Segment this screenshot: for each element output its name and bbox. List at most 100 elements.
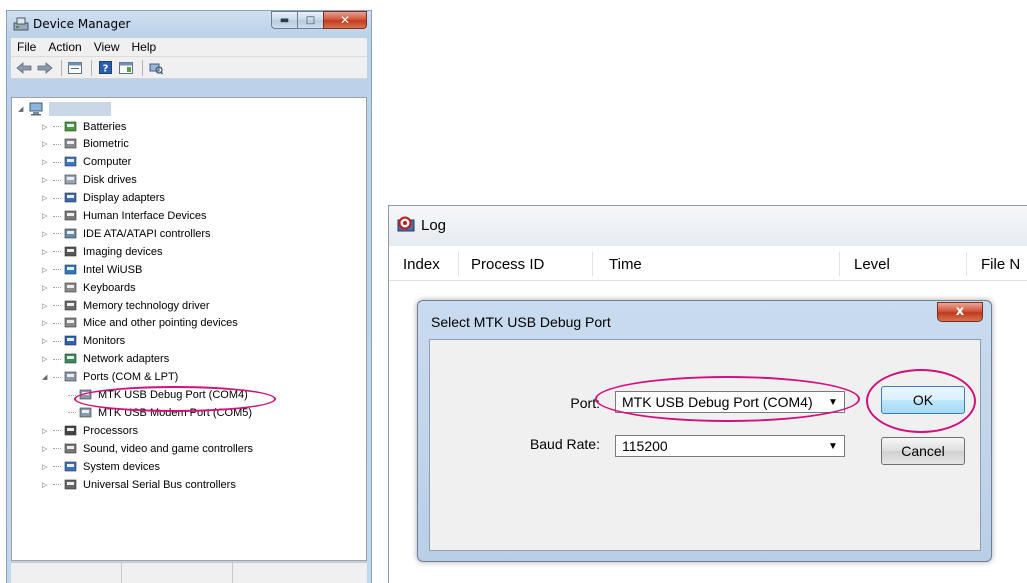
tree-item-label: Imaging devices: [83, 245, 163, 258]
tree-item-label: Disk drives: [83, 174, 137, 187]
column-divider[interactable]: [458, 252, 459, 276]
tree-item-label: System devices: [83, 460, 161, 473]
expand-arrow-icon[interactable]: ▷: [42, 481, 51, 489]
tree-category-item[interactable]: ▷ IDE ATA/ATAPI controllers: [42, 225, 211, 242]
close-button[interactable]: ✕: [323, 11, 367, 29]
expand-arrow-icon[interactable]: ▷: [42, 123, 51, 131]
help-button[interactable]: ?: [96, 60, 114, 76]
expand-arrow-icon[interactable]: ▷: [42, 176, 51, 184]
tree-category-item[interactable]: ▷ Processors: [42, 422, 138, 439]
expand-arrow-icon[interactable]: ▷: [42, 266, 51, 274]
column-file-name[interactable]: File N: [981, 256, 1020, 273]
tree-category-item[interactable]: ▷ Universal Serial Bus controllers: [42, 476, 236, 493]
expand-arrow-icon[interactable]: ▷: [42, 302, 51, 310]
tree-item-label: Keyboards: [83, 281, 136, 294]
expand-arrow-icon[interactable]: ▷: [42, 355, 51, 363]
tree-category-item[interactable]: ▷ Network adapters: [42, 351, 169, 368]
tree-category-item[interactable]: ▷ Biometric: [42, 136, 129, 153]
tree-item-label: Processors: [83, 424, 139, 437]
expand-arrow-icon[interactable]: ▷: [42, 230, 51, 238]
tree-category-item[interactable]: ▷ Disk drives: [42, 172, 137, 189]
column-divider[interactable]: [592, 252, 593, 276]
expand-arrow-icon[interactable]: ▷: [42, 284, 51, 292]
mouse-icon: [64, 318, 77, 328]
expand-arrow-icon[interactable]: ▷: [42, 445, 51, 453]
tree-category-item[interactable]: ▷ Computer: [42, 154, 131, 171]
device-tree[interactable]: ◢ ▷ Batteries ▷ Biometric ▷ Computer ▷ Disk dri…: [11, 97, 367, 561]
port-select[interactable]: MTK USB Debug Port (COM4) ▼: [615, 391, 845, 413]
tree-category-item[interactable]: ▷ Memory technology driver: [42, 297, 210, 314]
tree-item-label: Mice and other pointing devices: [83, 317, 238, 330]
keyboard-icon: [64, 282, 77, 292]
log-titlebar[interactable]: Log: [389, 206, 1027, 246]
expand-arrow-icon[interactable]: ▷: [42, 337, 51, 345]
port-label: Port:: [570, 395, 600, 411]
menu-view[interactable]: View: [88, 40, 126, 54]
expand-arrow-icon[interactable]: ▷: [42, 427, 51, 435]
back-arrow-icon: [16, 61, 32, 74]
tree-category-item[interactable]: ▷ Imaging devices: [42, 243, 163, 260]
tree-category-item[interactable]: ▷ Intel WiUSB: [42, 261, 142, 278]
menu-action[interactable]: Action: [42, 40, 87, 54]
ok-button[interactable]: OK: [881, 386, 965, 414]
expand-arrow-icon[interactable]: ▷: [42, 463, 51, 471]
tree-device-item[interactable]: MTK USB Modem Port (COM5): [68, 404, 252, 421]
tree-root[interactable]: ◢: [18, 100, 111, 117]
tree-category-item[interactable]: ▷ Monitors: [42, 333, 125, 350]
cancel-button[interactable]: Cancel: [881, 437, 965, 465]
tree-category-item[interactable]: ▷ Human Interface Devices: [42, 208, 207, 225]
tree-category-item[interactable]: ▷ Mice and other pointing devices: [42, 315, 238, 332]
forward-button[interactable]: [36, 60, 54, 76]
expand-arrow-icon[interactable]: ▷: [42, 248, 51, 256]
processor-icon: [64, 425, 77, 436]
monitor-icon: [64, 335, 77, 346]
computer-icon: [64, 156, 77, 167]
column-divider[interactable]: [839, 252, 840, 276]
column-time[interactable]: Time: [609, 256, 642, 273]
show-hide-icon: [119, 61, 133, 74]
expand-arrow-icon[interactable]: ▷: [42, 158, 51, 166]
tree-connector: [53, 233, 61, 235]
dialog-close-button[interactable]: x: [937, 302, 983, 322]
hid-icon: [64, 210, 77, 221]
column-level[interactable]: Level: [854, 256, 890, 273]
tree-item-label: Computer: [83, 156, 132, 169]
collapse-arrow-icon[interactable]: ◢: [42, 373, 51, 381]
status-pane: [122, 563, 233, 583]
log-column-header: Index Process ID Time Level File N: [389, 246, 1027, 281]
expand-arrow-icon[interactable]: ▷: [42, 140, 51, 148]
tree-category-item[interactable]: ▷ Keyboards: [42, 279, 136, 296]
back-button[interactable]: [15, 60, 33, 76]
column-process-id[interactable]: Process ID: [471, 256, 544, 273]
port-select-value: MTK USB Debug Port (COM4): [622, 394, 813, 410]
tree-category-item[interactable]: ▷ Display adapters: [42, 190, 165, 207]
maximize-icon: □: [305, 14, 316, 26]
disk-drive-icon: [64, 174, 77, 185]
maximize-button[interactable]: □: [297, 11, 323, 29]
tree-device-item[interactable]: MTK USB Debug Port (COM4): [68, 387, 248, 404]
baud-rate-select[interactable]: 115200 ▼: [615, 435, 845, 457]
menu-file[interactable]: File: [11, 40, 42, 54]
tree-category-item[interactable]: ▷ Batteries: [42, 118, 126, 135]
show-hide-button[interactable]: [117, 60, 135, 76]
device-manager-titlebar[interactable]: Device Manager ▬ □ ✕: [7, 11, 371, 37]
expand-arrow-icon[interactable]: ▷: [42, 319, 51, 327]
collapse-arrow-icon[interactable]: ◢: [18, 105, 27, 113]
close-icon: ✕: [339, 13, 351, 27]
tree-category-item[interactable]: ▷ Sound, video and game controllers: [42, 440, 253, 457]
tree-category-item[interactable]: ▷ System devices: [42, 458, 160, 475]
expand-arrow-icon[interactable]: ▷: [42, 212, 51, 220]
menu-help[interactable]: Help: [126, 40, 163, 54]
properties-button[interactable]: [66, 60, 84, 76]
usb-icon: [64, 479, 77, 489]
expand-arrow-icon[interactable]: ▷: [42, 194, 51, 202]
scan-hardware-button[interactable]: [147, 60, 165, 76]
toolbar-separator: [61, 59, 62, 76]
tree-connector: [53, 161, 61, 163]
minimize-button[interactable]: ▬: [271, 11, 297, 29]
column-divider[interactable]: [966, 252, 967, 276]
tree-category-item[interactable]: ◢ Ports (COM & LPT): [42, 369, 178, 386]
tree-connector: [68, 412, 76, 414]
baud-rate-value: 115200: [622, 438, 668, 454]
column-index[interactable]: Index: [403, 256, 440, 273]
